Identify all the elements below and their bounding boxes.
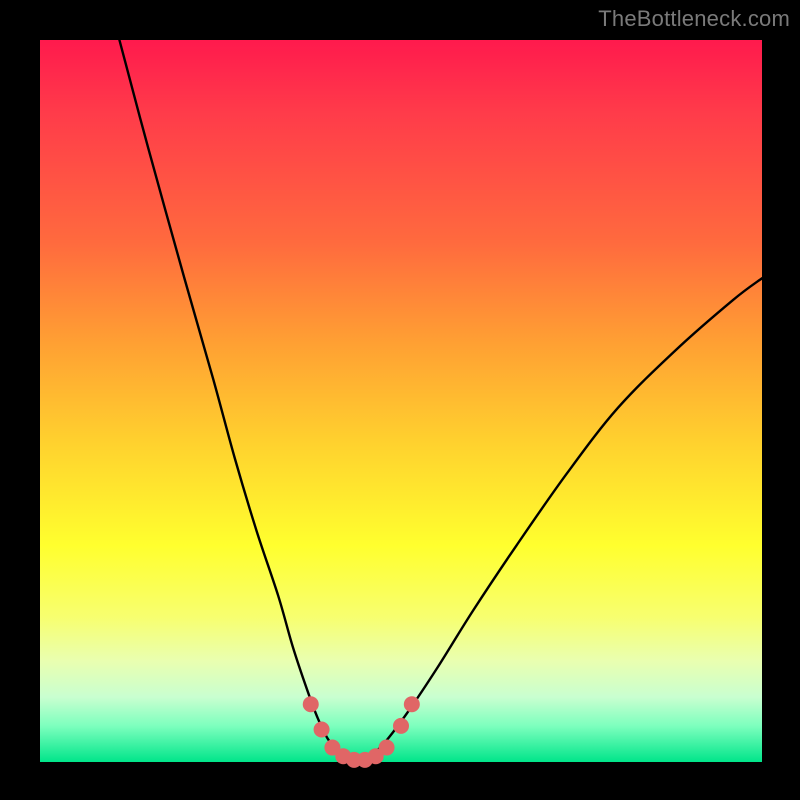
chart-svg [40, 40, 762, 762]
chart-frame: TheBottleneck.com [0, 0, 800, 800]
highlight-dot [404, 696, 420, 712]
highlight-dots [303, 696, 420, 768]
plot-area [40, 40, 762, 762]
bottleneck-curve [119, 40, 762, 762]
watermark-text: TheBottleneck.com [598, 6, 790, 32]
highlight-dot [314, 722, 330, 738]
highlight-dot [393, 718, 409, 734]
highlight-dot [379, 740, 395, 756]
highlight-dot [303, 696, 319, 712]
